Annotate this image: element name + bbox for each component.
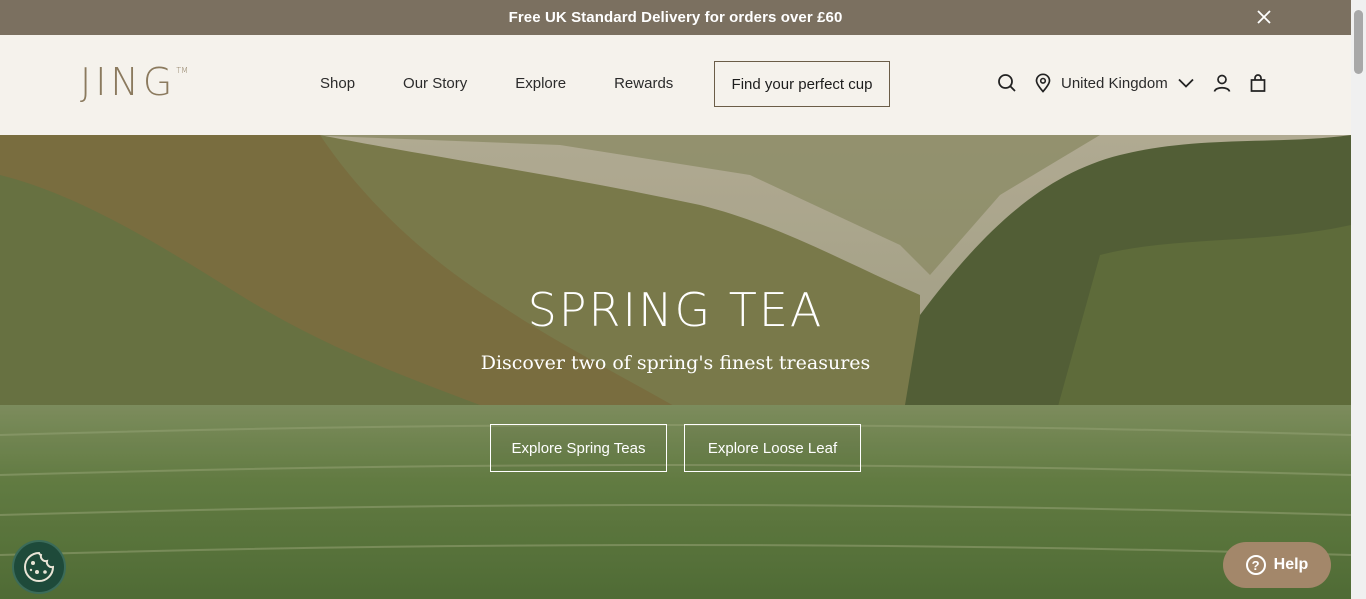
explore-loose-leaf-button[interactable]: Explore Loose Leaf — [684, 424, 861, 472]
jing-logo[interactable]: JINGTM — [80, 63, 188, 101]
main-nav: Shop Our Story Explore Rewards — [320, 75, 721, 92]
find-perfect-cup-button[interactable]: Find your perfect cup — [714, 61, 890, 107]
cookie-icon — [24, 551, 55, 582]
country-selector[interactable]: United Kingdom — [1033, 73, 1196, 93]
help-label: Help — [1273, 556, 1309, 573]
country-label: United Kingdom — [1061, 74, 1168, 92]
hero-title: SPRING TEA — [527, 283, 824, 337]
close-icon[interactable] — [1255, 8, 1273, 26]
help-question-icon: ? — [1245, 555, 1266, 575]
search-icon[interactable] — [997, 73, 1017, 93]
nav-our-story[interactable]: Our Story — [403, 75, 467, 92]
site-header: JINGTM Shop Our Story Explore Rewards Fi… — [0, 35, 1351, 135]
explore-spring-teas-button[interactable]: Explore Spring Teas — [490, 424, 667, 472]
bag-icon[interactable] — [1248, 73, 1268, 93]
location-pin-icon — [1035, 73, 1051, 93]
account-icon[interactable] — [1212, 73, 1232, 93]
cookie-settings-button[interactable] — [14, 542, 64, 592]
chevron-down-icon — [1178, 78, 1194, 88]
hero-subtitle: Discover two of spring's finest treasure… — [480, 352, 871, 374]
announcement-text: Free UK Standard Delivery for orders ove… — [508, 9, 843, 26]
help-button[interactable]: ? Help — [1223, 542, 1331, 588]
header-tools: United Kingdom — [997, 73, 1268, 93]
hero-banner: SPRING TEA Discover two of spring's fine… — [0, 135, 1351, 599]
nav-rewards[interactable]: Rewards — [614, 75, 673, 92]
page-scrollbar[interactable] — [1351, 0, 1366, 599]
logo-text: JING — [80, 60, 177, 104]
logo-trademark: TM — [176, 66, 189, 75]
announcement-bar: Free UK Standard Delivery for orders ove… — [0, 0, 1351, 35]
scrollbar-thumb[interactable] — [1354, 10, 1363, 74]
nav-explore[interactable]: Explore — [515, 75, 566, 92]
nav-shop[interactable]: Shop — [320, 75, 355, 92]
